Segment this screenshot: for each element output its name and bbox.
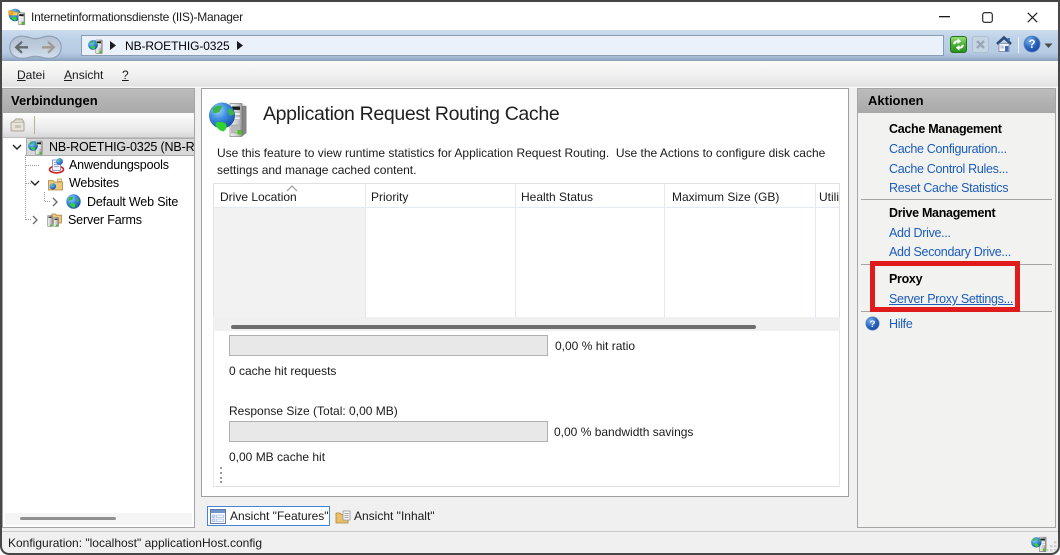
svg-text:?: ? <box>870 319 876 330</box>
svg-text:?: ? <box>1028 39 1035 51</box>
